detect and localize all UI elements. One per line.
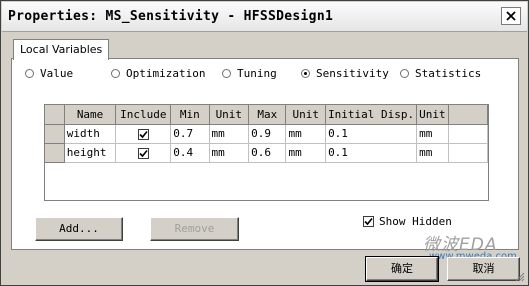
empty-cell [448,124,488,144]
table-row[interactable]: height 0.4 mm 0.6 mm 0.1 mm [45,143,488,163]
column-header-initial-unit[interactable]: Unit [416,105,449,125]
cell-name[interactable]: height [64,143,117,163]
column-header-min-unit[interactable]: Unit [209,105,250,125]
row-header[interactable] [45,143,65,163]
radio-tuning[interactable]: Tuning [222,67,277,80]
checkbox-box[interactable] [363,216,374,227]
radio-label: Value [40,67,74,80]
radio-sensitivity[interactable]: Sensitivity [301,67,389,80]
cell-name[interactable]: width [64,124,117,144]
radio-value[interactable]: Value [25,67,73,80]
radio-button-selected-icon [301,69,310,78]
cell-max-unit[interactable]: mm [285,124,327,144]
radio-button-icon [400,69,409,78]
column-header-name[interactable]: Name [64,105,117,125]
ok-button[interactable]: 确定 [365,256,439,282]
radio-label: Sensitivity [316,67,389,80]
column-header-max[interactable]: Max [248,105,287,125]
watermark-logo: 微波EDA www.mweda.com [423,230,517,262]
cell-max[interactable]: 0.9 [248,124,287,144]
radio-statistics[interactable]: Statistics [400,67,481,80]
cell-initial-disp[interactable]: 0.1 [325,143,418,163]
cell-min[interactable]: 0.4 [170,143,210,163]
window-title: Properties: MS_Sensitivity - HFSSDesign1 [8,9,334,24]
show-hidden-label: Show Hidden [379,215,452,228]
cell-max-unit[interactable]: mm [285,143,327,163]
checkmark-icon [139,149,148,157]
row-header[interactable] [45,124,65,144]
column-header-include[interactable]: Include [115,105,172,125]
mode-radio-group: Value Optimization Tuning Sensitivity St… [25,67,505,83]
checkmark-icon [364,217,373,226]
cell-initial-unit[interactable]: mm [416,143,449,163]
cell-include[interactable] [115,124,172,144]
cancel-button[interactable]: 取消 [447,257,520,281]
cell-min[interactable]: 0.7 [170,124,210,144]
radio-button-icon [25,69,34,78]
cell-min-unit[interactable]: mm [209,124,250,144]
show-hidden-checkbox[interactable]: Show Hidden [363,215,452,228]
cell-max[interactable]: 0.6 [248,143,287,163]
tab-local-variables[interactable]: Local Variables [13,39,110,60]
add-button[interactable]: Add... [35,217,123,241]
corner-cell [45,105,65,125]
variables-table[interactable]: Name Include Min Unit Max Unit Initial D… [44,104,489,201]
table-header-row: Name Include Min Unit Max Unit Initial D… [45,105,488,125]
radio-label: Optimization [126,67,206,80]
radio-label: Tuning [237,67,277,80]
cell-initial-disp[interactable]: 0.1 [325,124,418,144]
tab-label: Local Variables [20,43,103,56]
table-row[interactable]: width 0.7 mm 0.9 mm 0.1 mm [45,124,488,144]
column-header-initial-disp[interactable]: Initial Disp. [325,105,418,125]
close-icon [506,11,516,21]
radio-button-icon [111,69,120,78]
radio-button-icon [222,69,231,78]
radio-optimization[interactable]: Optimization [111,67,205,80]
checkmark-icon [139,130,148,138]
remove-button[interactable]: Remove [150,217,239,241]
radio-label: Statistics [415,67,482,80]
cell-include[interactable] [115,143,172,163]
column-header-min[interactable]: Min [170,105,210,125]
title-bar[interactable]: Properties: MS_Sensitivity - HFSSDesign1 [2,2,527,32]
include-checkbox[interactable] [137,128,149,140]
close-button[interactable] [501,7,521,25]
resize-grip-icon[interactable] [514,271,525,282]
include-checkbox[interactable] [137,147,149,159]
properties-dialog: Properties: MS_Sensitivity - HFSSDesign1… [0,0,529,286]
column-header-max-unit[interactable]: Unit [285,105,327,125]
cell-min-unit[interactable]: mm [209,143,250,163]
empty-cell [448,143,488,163]
cell-initial-unit[interactable]: mm [416,124,449,144]
empty-header [448,105,488,125]
